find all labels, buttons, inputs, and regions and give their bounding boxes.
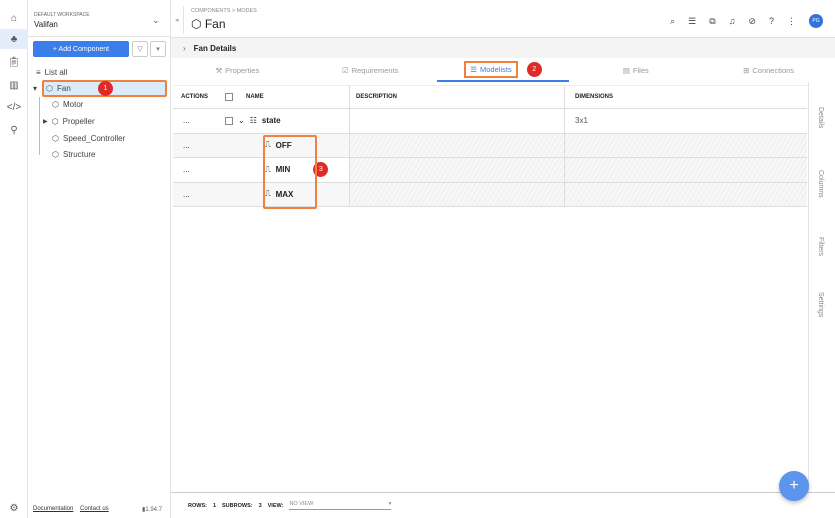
table-header: ACTIONS NAME DESCRIPTION DIMENSIONS — [173, 85, 807, 109]
analytics-icon[interactable]: ▥ — [4, 75, 24, 95]
list-all-button[interactable]: ≡ List all — [36, 68, 67, 77]
tab-modelists[interactable]: ☰ Modelists 2 — [436, 58, 570, 82]
filters-panel-button[interactable]: Filters — [817, 237, 824, 256]
documentation-link[interactable]: Documentation — [33, 506, 73, 512]
workspace-name[interactable]: Valifan — [34, 20, 58, 29]
filter-button[interactable]: ▽ — [132, 41, 148, 57]
workspace-label: DEFAULT WORKSPACE — [34, 12, 90, 18]
more-button[interactable]: ▾ — [150, 41, 166, 57]
rows-label: ROWS: — [188, 502, 207, 509]
row-actions[interactable]: ... — [173, 165, 225, 174]
sidebar: DEFAULT WORKSPACE Valifan ⌄ + Add Compon… — [28, 0, 171, 518]
bell-icon[interactable]: ♫ — [729, 16, 736, 26]
link-icon[interactable]: ⚲ — [4, 120, 24, 140]
add-fab-button[interactable]: + — [779, 471, 809, 501]
details-panel-button[interactable]: Details — [817, 107, 824, 128]
breadcrumb: COMPONENTS > MODES — [191, 8, 257, 14]
header-dimensions[interactable]: DIMENSIONS — [565, 86, 807, 108]
chevron-right-icon: › — [183, 44, 186, 53]
fan-details-bar[interactable]: › Fan Details — [171, 37, 835, 58]
tree-item-speed-controller[interactable]: ⬡ Speed_Controller — [52, 134, 125, 143]
header-actions: ACTIONS — [181, 94, 208, 100]
help-icon[interactable]: ? — [769, 16, 774, 26]
tab-files[interactable]: ▤ Files — [569, 58, 702, 82]
page-title: ⬡ Fan — [191, 17, 226, 31]
right-panel: Details Columns Filters Settings — [808, 82, 835, 492]
chevron-down-icon[interactable]: ⌄ — [238, 116, 245, 125]
tree-item-motor[interactable]: ⬡ Motor — [52, 100, 83, 109]
sliders-icon: ☷ — [249, 116, 257, 126]
table-footer: ROWS: 1 SUBROWS: 3 VIEW: NO VIEW ▾ — [171, 492, 835, 518]
cube-icon: ⬡ — [46, 84, 53, 93]
header-description[interactable]: DESCRIPTION — [350, 86, 565, 108]
row-actions[interactable]: ... — [173, 190, 225, 199]
row-description — [350, 109, 565, 133]
cube-icon: ⬡ — [191, 17, 205, 31]
icon-rail: ⌂ ♣ 📋︎ ▥ </> ⚲ ⚙ — [0, 0, 28, 518]
subrows-label: SUBROWS: — [222, 502, 253, 509]
check-circle-icon[interactable]: ⊘ — [748, 16, 756, 27]
gear-icon[interactable]: ⚙ — [4, 498, 24, 518]
version: ▮1.94.7 — [142, 507, 162, 513]
expand-icon[interactable]: ▶ — [43, 118, 48, 125]
tree-toggle[interactable]: ▾ — [33, 84, 37, 93]
list-icon: ≡ — [36, 68, 41, 77]
rows-count: 1 — [212, 502, 217, 509]
settings-panel-button[interactable]: Settings — [817, 292, 824, 317]
cube-icon: ⬡ — [51, 117, 59, 126]
row-dimensions: 3x1 — [575, 116, 588, 126]
annotation-badge-1: 1 — [98, 81, 113, 96]
more-vert-icon[interactable]: ⋮ — [787, 16, 796, 27]
dropdown-icon: ▾ — [388, 501, 392, 507]
cube-icon: ⬡ — [52, 150, 59, 159]
avatar[interactable]: PG — [809, 14, 823, 28]
home-icon[interactable]: ⌂ — [4, 8, 24, 28]
tab-connections[interactable]: ⊞ Connections — [702, 58, 835, 82]
tab-requirements[interactable]: ☑ Requirements — [304, 58, 437, 82]
columns-panel-button[interactable]: Columns — [817, 170, 824, 198]
annotation-badge-2: 2 — [526, 61, 542, 77]
collapse-sidebar-icon[interactable]: ◂ — [175, 16, 179, 24]
code-icon[interactable]: </> — [4, 97, 24, 117]
clipboard-icon[interactable]: 📋︎ — [4, 52, 24, 72]
components-icon[interactable]: ♣ — [0, 29, 28, 49]
row-checkbox[interactable] — [225, 116, 233, 125]
row-actions[interactable]: ... — [173, 116, 225, 125]
subrows-count: 3 — [258, 502, 262, 509]
view-label: VIEW: — [267, 502, 284, 509]
main-area: ◂ COMPONENTS > MODES ⬡ Fan ⌕ ☰ ⧉ ♫ ⊘ ? ⋮… — [171, 0, 835, 518]
row-name: state — [261, 116, 281, 126]
tree-item-structure[interactable]: ⬡ Structure — [52, 150, 95, 159]
cube-icon: ⬡ — [52, 100, 59, 109]
tabs: ⚒ Properties ☑ Requirements ☰ Modelists 2 ▤ F… — [171, 58, 835, 82]
search-icon[interactable]: ⌕ — [670, 16, 675, 27]
select-all-checkbox[interactable] — [225, 93, 233, 101]
chat-icon[interactable]: ⧉ — [709, 16, 715, 27]
header-name[interactable]: NAME — [246, 94, 264, 100]
row-actions[interactable]: ... — [173, 141, 225, 150]
view-value: NO VIEW — [289, 501, 314, 507]
tree-item-propeller[interactable]: ▶ ⬡ Propeller — [43, 117, 95, 126]
view-select[interactable]: NO VIEW ▾ — [289, 501, 392, 510]
header-toolbar: ⌕ ☰ ⧉ ♫ ⊘ ? ⋮ PG — [670, 14, 823, 28]
cube-icon: ⬡ — [52, 134, 59, 143]
annotation-highlight — [263, 135, 317, 209]
contact-link[interactable]: Contact us — [80, 506, 109, 512]
add-component-button[interactable]: + Add Component — [33, 41, 129, 57]
table-row[interactable]: ... ⌄ ☷ state 3x1 — [173, 109, 807, 134]
tab-properties[interactable]: ⚒ Properties — [171, 58, 304, 82]
modelist-table: ACTIONS NAME DESCRIPTION DIMENSIONS ... … — [173, 85, 807, 209]
checklist-icon[interactable]: ☰ — [688, 16, 696, 27]
chevron-down-icon[interactable]: ⌄ — [152, 15, 160, 26]
